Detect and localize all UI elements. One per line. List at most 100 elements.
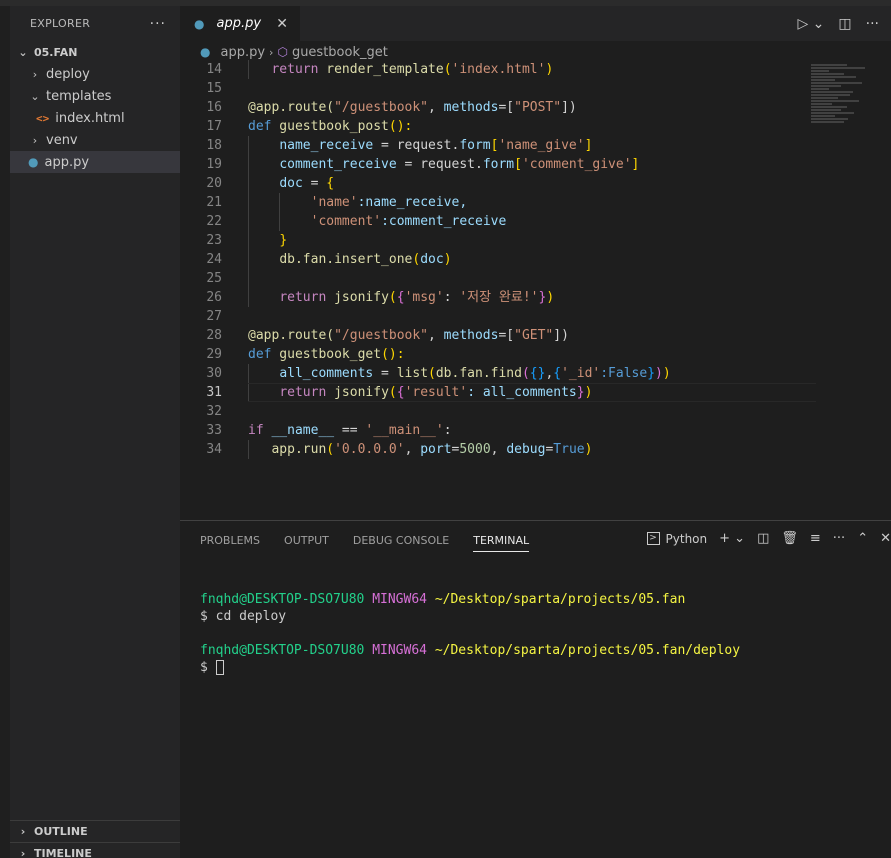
html-file-icon: <> (36, 111, 50, 125)
more-actions-icon[interactable]: ··· (866, 16, 879, 32)
line-number: 15 (206, 81, 222, 96)
chevron-right-icon: › (20, 825, 26, 838)
trash-icon[interactable]: 🗑 (781, 531, 798, 546)
line-number: 33 (206, 423, 222, 438)
line-text (222, 269, 249, 288)
close-panel-icon[interactable]: ✕ (880, 531, 891, 546)
line-number: 22 (206, 214, 222, 229)
code-editor[interactable]: 14 return render_template('index.html') … (180, 60, 820, 459)
code-line: 17 def guestbook_post(): (180, 117, 820, 136)
split-editor-icon[interactable]: ◫ (838, 16, 851, 32)
editor-actions: ▷ ⌄ ◫ ··· (797, 6, 891, 41)
editor-tabbar: ● app.py ✕ ▷ ⌄ ◫ ··· (180, 6, 891, 41)
folder-venv[interactable]: › venv (10, 129, 180, 151)
line-text: db.fan.insert_one(doc) (222, 250, 452, 269)
line-number: 16 (206, 100, 222, 115)
line-text: all_comments = list(db.fan.find({},{'_id… (222, 364, 671, 383)
tab-problems[interactable]: PROBLEMS (200, 534, 260, 547)
editor-area: ● app.py ✕ ▷ ⌄ ◫ ··· ● app.py › ⬡ guestb… (180, 6, 891, 520)
code-line: 18 name_receive = request.form['name_giv… (180, 136, 820, 155)
code-line: 34 app.run('0.0.0.0', port=5000, debug=T… (180, 440, 820, 459)
tab-output[interactable]: OUTPUT (284, 534, 329, 547)
line-text: @app.route("/guestbook", methods=["POST"… (248, 100, 577, 115)
folder-label: 05.FAN (34, 45, 78, 59)
explorer-header: EXPLORER ··· (10, 6, 180, 41)
chevron-up-icon[interactable]: ⌃ (857, 531, 868, 546)
line-number: 21 (206, 195, 222, 210)
line-number: 26 (206, 290, 222, 305)
file-index-html[interactable]: <> index.html (10, 107, 180, 129)
breadcrumb-symbol[interactable]: guestbook_get (292, 45, 388, 60)
minimap[interactable] (811, 64, 871, 144)
chevron-right-icon: › (32, 133, 38, 147)
run-icon[interactable]: ▷ ⌄ (797, 16, 824, 32)
breadcrumb-file[interactable]: app.py (220, 45, 265, 60)
line-text (222, 307, 248, 326)
chevron-down-icon: ⌄ (18, 45, 28, 59)
line-number: 34 (206, 442, 222, 457)
menu-icon[interactable]: ≡ (810, 531, 821, 546)
folder-label: templates (46, 88, 112, 104)
split-terminal-icon[interactable]: ◫ (757, 531, 769, 546)
code-line: 22 'comment':comment_receive (180, 212, 820, 231)
line-number: 17 (206, 119, 222, 134)
terminal-actions: > Python + ⌄ ◫ 🗑 ≡ ··· ⌃ ✕ (646, 531, 891, 546)
folder-label: deploy (46, 66, 90, 82)
chevron-down-icon: ⌄ (30, 89, 40, 103)
timeline-section[interactable]: › TIMELINE (10, 842, 180, 858)
code-line: 30 all_comments = list(db.fan.find({},{'… (180, 364, 820, 383)
terminal-output[interactable]: fnqhd@DESKTOP-DSO7U80 MINGW64 ~/Desktop/… (200, 591, 740, 676)
chevron-right-icon: › (32, 67, 38, 81)
explorer-title: EXPLORER (30, 17, 91, 30)
line-text: 'comment':comment_receive (222, 212, 506, 231)
folder-root-05fan[interactable]: ⌄ 05.FAN (10, 41, 180, 63)
code-line: 25 (180, 269, 820, 288)
tab-label: app.py (216, 16, 262, 31)
line-text: return render_template('index.html') (222, 60, 553, 79)
code-line: 20 doc = { (180, 174, 820, 193)
tab-app-py[interactable]: ● app.py ✕ (180, 6, 300, 41)
close-icon[interactable]: ✕ (276, 16, 288, 32)
line-number: 32 (206, 404, 222, 419)
code-line: 33 if __name__ == '__main__': (180, 421, 820, 440)
code-line: 28 @app.route("/guestbook", methods=["GE… (180, 326, 820, 345)
more-actions-icon[interactable]: ··· (833, 531, 845, 546)
code-line: 16 @app.route("/guestbook", methods=["PO… (180, 98, 820, 117)
line-text: return jsonify({'result': all_comments}) (222, 383, 592, 402)
terminal-selector[interactable]: > Python (646, 532, 707, 546)
terminal-icon: > (646, 532, 660, 545)
tab-debug-console[interactable]: DEBUG CONSOLE (353, 534, 449, 547)
line-number: 29 (206, 347, 222, 362)
bottom-panel: PROBLEMS OUTPUT DEBUG CONSOLE TERMINAL >… (180, 520, 891, 858)
line-text: if __name__ == '__main__': (248, 423, 452, 438)
line-text: doc = { (222, 174, 334, 193)
outline-section[interactable]: › OUTLINE (10, 820, 180, 842)
code-line: 15 (180, 79, 820, 98)
line-number: 14 (206, 62, 222, 77)
code-line: 24 db.fan.insert_one(doc) (180, 250, 820, 269)
tab-terminal[interactable]: TERMINAL (473, 529, 530, 552)
file-app-py[interactable]: ● app.py (10, 151, 180, 173)
line-text: } (222, 231, 287, 250)
chevron-right-icon: › (20, 847, 26, 858)
folder-deploy[interactable]: › deploy (10, 63, 180, 85)
terminal-line: fnqhd@DESKTOP-DSO7U80 MINGW64 ~/Desktop/… (200, 643, 741, 658)
line-text: comment_receive = request.form['comment_… (222, 155, 639, 174)
more-actions-icon[interactable]: ··· (150, 16, 166, 32)
folder-label: venv (46, 132, 78, 148)
file-label: index.html (55, 110, 125, 126)
line-text: @app.route("/guestbook", methods=["GET"]… (248, 328, 569, 343)
code-line: 14 return render_template('index.html') (180, 60, 820, 79)
folder-templates[interactable]: ⌄ templates (10, 85, 180, 107)
python-file-icon: ● (194, 16, 205, 31)
line-text: def guestbook_get(): (248, 347, 405, 362)
outline-label: OUTLINE (34, 825, 88, 838)
line-text (222, 79, 248, 98)
line-text: name_receive = request.form['name_give'] (222, 136, 592, 155)
new-terminal-icon[interactable]: + ⌄ (719, 531, 745, 546)
terminal-line: $ (200, 659, 740, 676)
method-symbol-icon: ⬡ (277, 45, 288, 59)
line-number: 24 (206, 252, 222, 267)
python-file-icon: ● (200, 45, 211, 59)
code-line-current: 31 return jsonify({'result': all_comment… (180, 383, 820, 402)
